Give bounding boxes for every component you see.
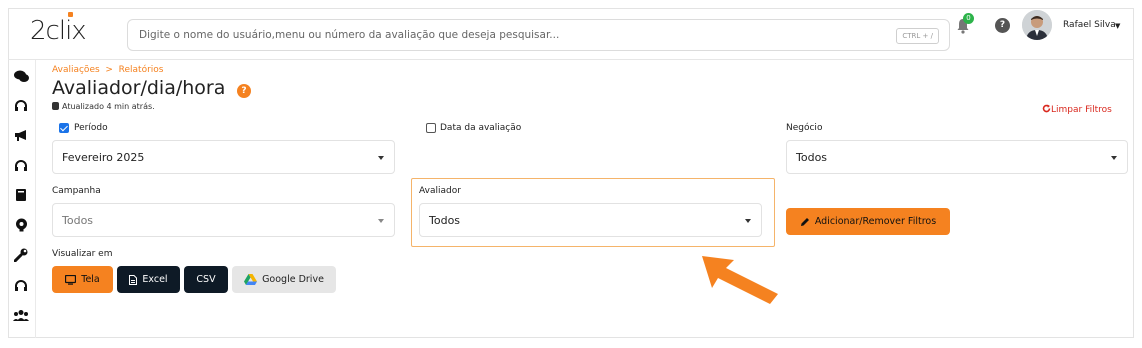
- users-icon[interactable]: [13, 307, 29, 323]
- help-icon[interactable]: ?: [237, 84, 251, 98]
- megaphone-icon[interactable]: [13, 127, 29, 143]
- pointer-arrow-icon: [702, 256, 778, 304]
- periodo-select[interactable]: Fevereiro 2025: [52, 140, 395, 174]
- avaliador-select[interactable]: Todos: [419, 203, 762, 237]
- chat-icon[interactable]: [13, 68, 29, 84]
- caret-down-icon: [1111, 156, 1117, 160]
- view-in-label: Visualizar em: [52, 249, 113, 259]
- negocio-select[interactable]: Todos: [786, 140, 1128, 174]
- export-google-drive-button[interactable]: Google Drive: [232, 266, 336, 293]
- google-drive-icon: [244, 274, 258, 285]
- data-avaliacao-checkbox[interactable]: [426, 123, 436, 133]
- campanha-select[interactable]: Todos: [52, 203, 395, 237]
- view-screen-button[interactable]: Tela: [52, 266, 113, 293]
- data-avaliacao-label: Data da avaliação: [440, 123, 522, 133]
- headset-icon[interactable]: [13, 97, 29, 113]
- page-title: Avaliador/dia/hora: [52, 77, 226, 99]
- monitor-icon: [65, 274, 77, 285]
- refresh-icon: [1042, 104, 1051, 113]
- breadcrumb[interactable]: Avaliações > Relatórios: [52, 65, 164, 75]
- user-name[interactable]: Rafael Silva: [1063, 20, 1116, 30]
- export-excel-button[interactable]: Excel: [117, 266, 180, 293]
- help-icon[interactable]: ?: [995, 18, 1010, 33]
- avaliador-label: Avaliador: [419, 186, 461, 196]
- periodo-checkbox[interactable]: [59, 123, 69, 133]
- headset-icon[interactable]: [13, 157, 29, 173]
- book-icon[interactable]: [13, 187, 29, 203]
- periodo-label: Período: [74, 123, 108, 133]
- sidebar: [8, 60, 36, 338]
- negocio-label: Negócio: [786, 123, 823, 133]
- pencil-icon: [800, 217, 809, 226]
- campanha-label: Campanha: [52, 186, 101, 196]
- clear-filters-link[interactable]: Limpar Filtros: [1042, 104, 1112, 115]
- chevron-down-icon[interactable]: ▼: [1115, 22, 1120, 30]
- caret-down-icon: [378, 156, 384, 160]
- search-placeholder: Digite o nome do usuário,menu ou número …: [139, 29, 560, 41]
- lightbulb-icon[interactable]: [13, 217, 29, 233]
- search-shortcut-hint: CTRL + /: [896, 28, 939, 44]
- document-icon: [129, 274, 138, 285]
- notification-badge: 0: [963, 13, 974, 24]
- logo[interactable]: 2clix: [30, 16, 87, 46]
- database-icon: [52, 102, 59, 110]
- caret-down-icon: [378, 219, 384, 223]
- headset-icon[interactable]: [13, 277, 29, 293]
- last-updated: Atualizado 4 min atrás.: [52, 102, 155, 111]
- caret-down-icon: [745, 219, 751, 223]
- search-input[interactable]: Digite o nome do usuário,menu ou número …: [127, 19, 950, 51]
- add-remove-filters-button[interactable]: Adicionar/Remover Filtros: [786, 208, 950, 235]
- export-csv-button[interactable]: CSV: [184, 266, 228, 293]
- avatar[interactable]: [1022, 10, 1052, 40]
- wrench-icon[interactable]: [13, 247, 29, 263]
